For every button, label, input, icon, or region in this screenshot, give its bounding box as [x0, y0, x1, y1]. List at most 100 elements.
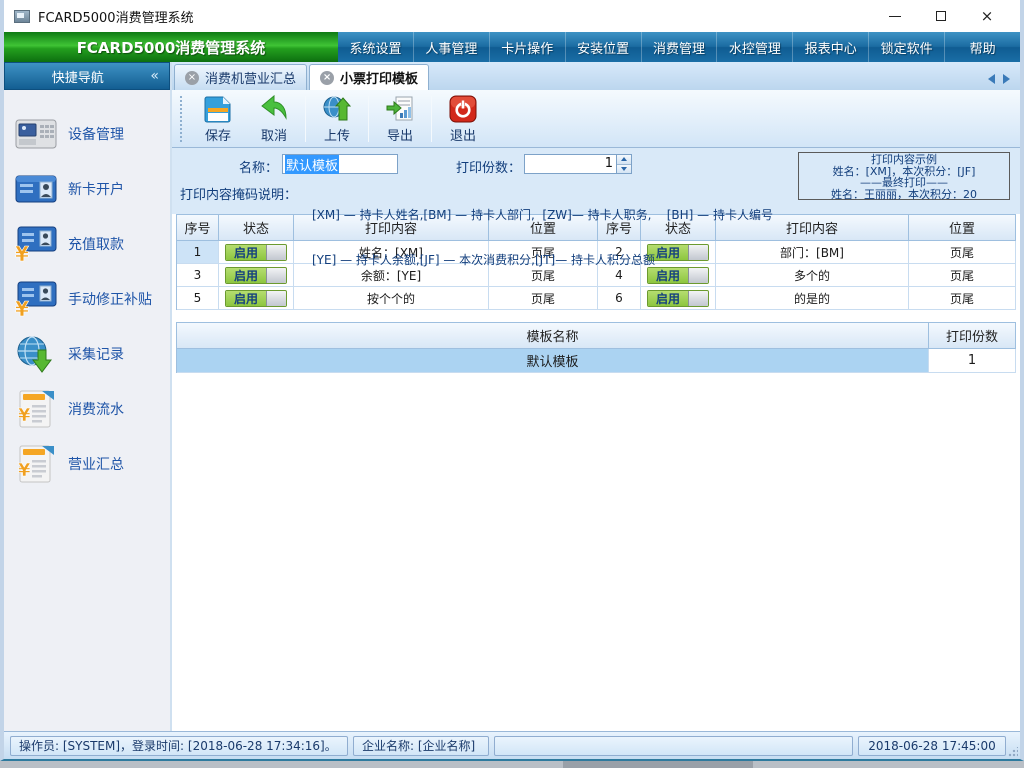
enable-toggle[interactable]: 启用 [225, 267, 287, 284]
template-name-input[interactable]: 默认模板 [282, 154, 398, 174]
tab-scroll-right-icon[interactable] [1003, 74, 1010, 84]
tab-label: 消费机营业汇总 [205, 68, 296, 87]
close-button[interactable]: × [964, 0, 1010, 32]
toolbar-label: 上传 [324, 125, 350, 144]
window-controls: × [872, 0, 1010, 32]
maximize-button[interactable] [918, 0, 964, 32]
app-brand: FCARD5000消费管理系统 [4, 32, 338, 62]
toolbar-grip[interactable] [180, 96, 184, 142]
position-cell: 页尾 [909, 241, 1016, 264]
exit-button[interactable]: 退出 [435, 93, 491, 145]
position-cell: 页尾 [909, 264, 1016, 287]
undo-icon [259, 94, 289, 124]
menu-item-consume-mgmt[interactable]: 消费管理 [641, 32, 717, 62]
empty-area [172, 373, 1020, 731]
tab-close-icon[interactable]: × [320, 71, 334, 85]
print-example-box: 打印内容示例 姓名：[XM]，本次积分：[JF] ——最终打印—— 姓名：王丽丽… [798, 152, 1010, 200]
menu-item-water-control[interactable]: 水控管理 [716, 32, 792, 62]
spacer-panel [494, 736, 853, 756]
template-name-value: 默认模板 [285, 155, 339, 174]
tab-receipt-print-template[interactable]: × 小票打印模板 [309, 64, 429, 90]
cancel-button[interactable]: 取消 [246, 93, 302, 145]
enable-toggle[interactable]: 启用 [225, 290, 287, 307]
sidebar-item-manual-subsidy[interactable]: ¥ 手动修正补贴 [4, 271, 170, 326]
print-copies-value: 1 [525, 155, 616, 173]
example-line: 姓名：王丽丽，本次积分：20 [799, 189, 1009, 201]
example-line: ——最终打印—— [799, 177, 1009, 189]
sidebar: 快捷导航 « 设备管理 [4, 62, 172, 731]
toolbar-label: 保存 [205, 125, 231, 144]
toolbar: 保存 取消 上传 [172, 90, 1020, 148]
save-icon [203, 94, 233, 124]
globe-download-icon [14, 334, 58, 374]
mask-line: [XM] — 持卡人姓名,[BM] — 持卡人部门, [ZW]— 持卡人职务, … [312, 208, 773, 223]
column-header: 打印份数 [929, 323, 1016, 349]
enable-toggle[interactable]: 启用 [225, 244, 287, 261]
svg-text:¥: ¥ [15, 242, 29, 263]
menu-item-lock-software[interactable]: 锁定软件 [868, 32, 944, 62]
sidebar-item-label: 消费流水 [68, 399, 124, 419]
spin-down-icon[interactable] [617, 165, 631, 174]
sidebar-item-business-summary[interactable]: ¥ 营业汇总 [4, 436, 170, 491]
position-cell: 页尾 [909, 287, 1016, 310]
sidebar-item-collect-records[interactable]: 采集记录 [4, 326, 170, 381]
name-label: 名称： [226, 157, 278, 176]
card-yen-icon: ¥ [14, 225, 58, 263]
row-no: 5 [177, 287, 219, 310]
operator-status: 操作员: [SYSTEM]，登录时间: [2018-06-28 17:34:16… [10, 736, 348, 756]
export-button[interactable]: 导出 [372, 93, 428, 145]
tab-label: 小票打印模板 [340, 68, 418, 87]
sidebar-item-label: 手动修正补贴 [68, 289, 152, 309]
print-copies-label: 打印份数： [456, 157, 521, 176]
mask-description: [XM] — 持卡人姓名,[BM] — 持卡人部门, [ZW]— 持卡人职务, … [312, 178, 773, 298]
sidebar-item-label: 充值取款 [68, 234, 124, 254]
datetime-status: 2018-06-28 17:45:00 [858, 736, 1006, 756]
company-status: 企业名称: [企业名称] [353, 736, 489, 756]
menu-item-reports[interactable]: 报表中心 [792, 32, 868, 62]
template-list-table: 模板名称 打印份数 默认模板 1 [176, 322, 1016, 373]
card-yen-icon: ¥ [14, 280, 58, 318]
toolbar-label: 退出 [450, 125, 476, 144]
tab-close-icon[interactable]: × [185, 71, 199, 85]
save-button[interactable]: 保存 [190, 93, 246, 145]
collapse-icon[interactable]: « [150, 68, 169, 84]
resize-grip[interactable] [1008, 747, 1018, 757]
menu-item-hr[interactable]: 人事管理 [413, 32, 489, 62]
minimize-button[interactable] [872, 0, 918, 32]
template-copies-cell[interactable]: 1 [929, 349, 1016, 373]
sidebar-item-label: 采集记录 [68, 344, 124, 364]
menu-item-help[interactable]: 帮助 [944, 32, 1020, 62]
sidebar-item-consume-flow[interactable]: ¥ 消费流水 [4, 381, 170, 436]
spin-up-icon[interactable] [617, 155, 631, 165]
sidebar-item-new-card[interactable]: 新卡开户 [4, 161, 170, 216]
receipt-yen-icon: ¥ [14, 443, 58, 485]
print-copies-stepper[interactable]: 1 [524, 154, 632, 174]
svg-text:¥: ¥ [15, 297, 29, 318]
column-header: 状态 [219, 215, 294, 241]
column-header: 序号 [177, 215, 219, 241]
taskbar-segment [563, 761, 753, 768]
status-cell: 启用 [219, 241, 294, 264]
desktop-strip [0, 761, 1024, 768]
column-header: 位置 [909, 215, 1016, 241]
sidebar-item-recharge-withdraw[interactable]: ¥ 充值取款 [4, 216, 170, 271]
svg-text:¥: ¥ [18, 460, 31, 481]
sidebar-item-device-mgmt[interactable]: 设备管理 [4, 106, 170, 161]
tab-scroll-left-icon[interactable] [988, 74, 995, 84]
exit-power-icon [448, 94, 478, 124]
main-panel: × 消费机营业汇总 × 小票打印模板 [172, 62, 1020, 731]
menu-item-card-ops[interactable]: 卡片操作 [489, 32, 565, 62]
tab-consumption-summary[interactable]: × 消费机营业汇总 [174, 64, 307, 90]
window-title: FCARD5000消费管理系统 [38, 7, 194, 26]
row-no: 1 [177, 241, 219, 264]
template-name-cell[interactable]: 默认模板 [177, 349, 929, 373]
svg-text:¥: ¥ [18, 405, 31, 426]
tab-nav [988, 74, 1018, 90]
app-window: FCARD5000消费管理系统 × FCARD5000消费管理系统 系统设置 人… [0, 0, 1024, 761]
sidebar-header: 快捷导航 « [4, 62, 170, 90]
sidebar-item-label: 设备管理 [68, 124, 124, 144]
menu-item-install-location[interactable]: 安装位置 [565, 32, 641, 62]
toggle-knob [266, 245, 286, 260]
upload-button[interactable]: 上传 [309, 93, 365, 145]
menu-item-system-settings[interactable]: 系统设置 [338, 32, 413, 62]
